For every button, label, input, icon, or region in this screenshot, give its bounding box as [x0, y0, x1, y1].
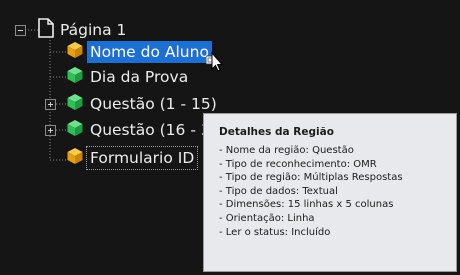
tree-node-label: Questão (1 - 15) — [90, 95, 217, 113]
yellow-cube-icon — [66, 147, 84, 169]
expand-toggle-questao-16[interactable] — [45, 125, 56, 136]
tooltip-line-orientation: - Orientação: Linha — [219, 212, 315, 224]
tooltip-line-data-type: - Tipo de dados: Textual — [219, 185, 338, 197]
tree-node-formulario-id[interactable]: Formulario ID — [66, 146, 199, 170]
mouse-cursor-icon — [205, 51, 224, 79]
tree-node-dia-da-prova[interactable]: Dia da Prova — [66, 65, 191, 89]
tree-node-questao-16[interactable]: Questão (16 - 3 — [66, 118, 214, 142]
tooltip-line-dimensions: - Dimensões: 15 linhas x 5 colunas — [219, 199, 394, 211]
tree-node-pagina-1[interactable]: Página 1 — [38, 18, 129, 42]
tree-node-label: Página 1 — [60, 21, 127, 39]
region-details-tooltip: Detalhes da Região - Nome da região: Que… — [203, 113, 457, 272]
tooltip-line-read-status: - Ler o status: Incluído — [219, 226, 331, 238]
tree-node-label: Nome do Aluno — [87, 41, 212, 63]
tree-node-label: Dia da Prova — [90, 68, 189, 86]
green-cube-icon — [66, 66, 84, 88]
green-cube-icon — [66, 119, 84, 141]
green-cube-icon — [66, 93, 84, 115]
tooltip-line-recognition-type: - Tipo de reconhecimento: OMR — [219, 158, 377, 170]
tooltip-title: Detalhes da Região — [219, 126, 334, 138]
yellow-cube-icon — [66, 41, 84, 63]
tooltip-line-region-type: - Tipo de região: Múltiplas Respostas — [219, 172, 403, 184]
tooltip-line-region-name: - Nome da região: Questão — [219, 145, 354, 156]
collapse-toggle-root[interactable] — [15, 25, 26, 36]
tree-node-label: Questão (16 - 3 — [90, 121, 211, 139]
tree-node-label: Formulario ID — [85, 146, 199, 170]
page-icon — [38, 18, 54, 42]
tree-node-nome-do-aluno[interactable]: Nome do Aluno — [66, 40, 212, 64]
tree-node-questao-1-15[interactable]: Questão (1 - 15) — [66, 92, 220, 116]
expand-toggle-questao-1-15[interactable] — [45, 99, 56, 110]
